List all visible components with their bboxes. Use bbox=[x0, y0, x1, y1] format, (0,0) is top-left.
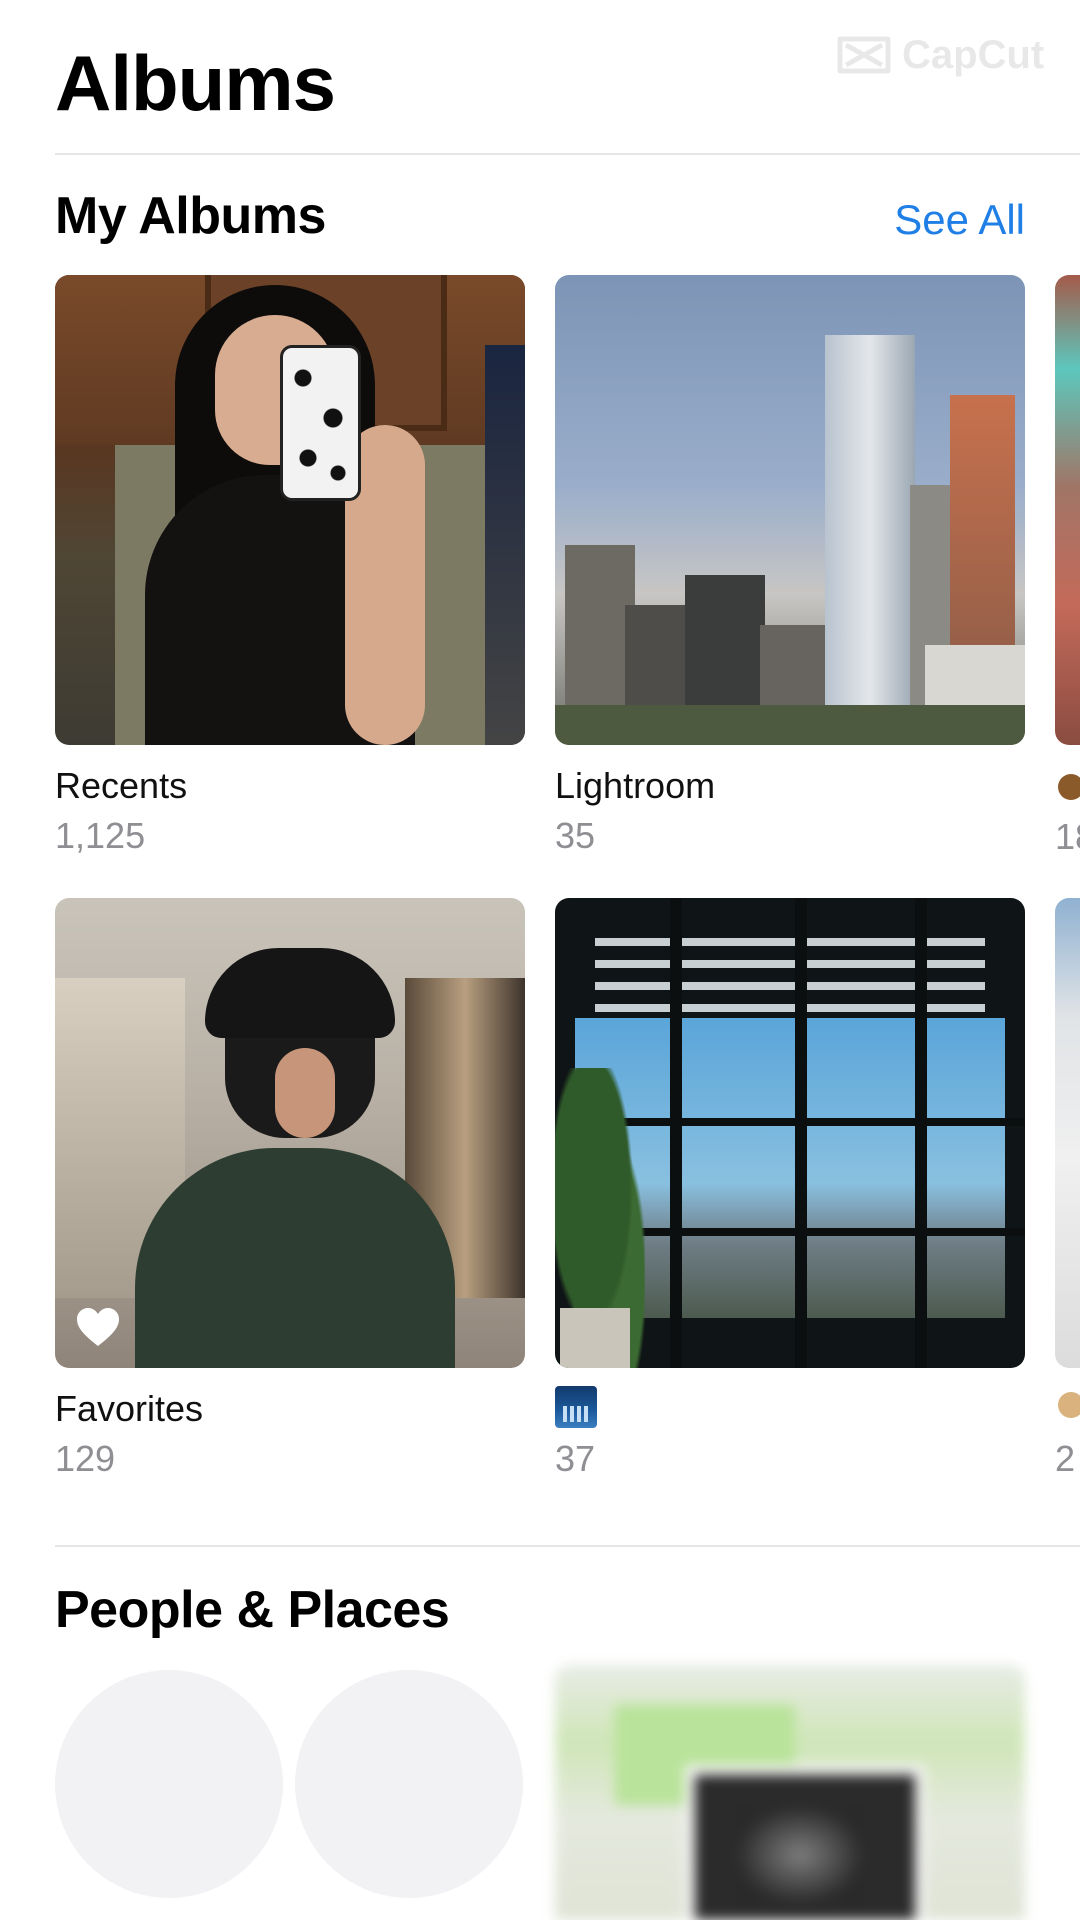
album-peek-icon bbox=[1058, 774, 1080, 800]
people-placeholder-avatar[interactable] bbox=[55, 1670, 283, 1898]
album-peek-thumbnail[interactable] bbox=[1055, 275, 1080, 745]
album-thumbnail bbox=[55, 898, 525, 1368]
section-divider bbox=[55, 1545, 1080, 1547]
album-thumbnail bbox=[555, 275, 1025, 745]
album-peek-count: 18 bbox=[1055, 816, 1080, 857]
album-count: 37 bbox=[555, 1438, 596, 1479]
album-peek-thumbnail[interactable] bbox=[1055, 898, 1080, 1368]
city-thumbnail-icon bbox=[555, 1386, 597, 1428]
album-count: 35 bbox=[555, 815, 596, 856]
capcut-logo-icon bbox=[837, 36, 891, 74]
album-name: Recents bbox=[55, 765, 188, 806]
capcut-watermark: CapCut bbox=[836, 30, 1066, 80]
album-count: 129 bbox=[55, 1438, 116, 1479]
people-places-title: People & Places bbox=[55, 1581, 450, 1639]
album-thumbnail bbox=[555, 898, 1025, 1368]
see-all-button[interactable]: See All bbox=[894, 196, 1025, 244]
album-peek-icon bbox=[1058, 1392, 1080, 1418]
albums-screen: CapCut Albums My Albums See All Recents … bbox=[0, 0, 1080, 1920]
heart-icon bbox=[77, 1308, 119, 1346]
album-count: 1,125 bbox=[55, 815, 146, 856]
album-favorites[interactable]: Favorites 129 bbox=[55, 898, 525, 1479]
places-map-thumbnail[interactable] bbox=[555, 1665, 1025, 1920]
watermark-text: CapCut bbox=[902, 32, 1045, 77]
header-divider bbox=[55, 153, 1080, 155]
album-lightroom[interactable]: Lightroom 35 bbox=[555, 275, 1025, 856]
album-recents[interactable]: Recents 1,125 bbox=[55, 275, 525, 856]
album-name: Favorites bbox=[55, 1388, 204, 1429]
album-peek-count: 2 bbox=[1055, 1438, 1076, 1479]
page-title: Albums bbox=[55, 39, 336, 127]
album-name: Lightroom bbox=[555, 765, 716, 806]
album-thumbnail bbox=[55, 275, 525, 745]
people-placeholder-avatar[interactable] bbox=[295, 1670, 523, 1898]
album-city[interactable]: 37 bbox=[555, 898, 1025, 1479]
my-albums-title: My Albums bbox=[55, 187, 326, 245]
